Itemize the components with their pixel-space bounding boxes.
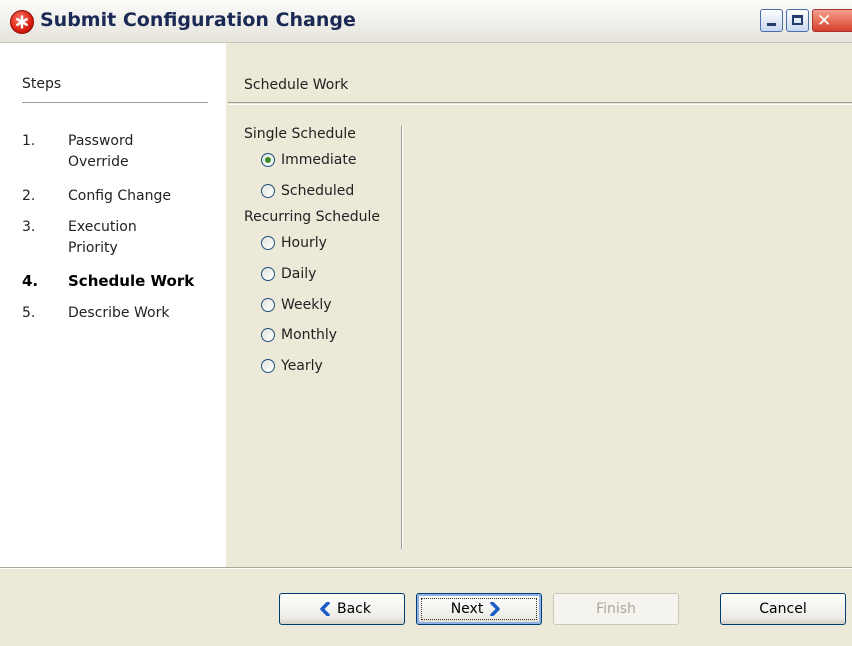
close-icon: ✕ <box>817 11 832 31</box>
app-asterisk-icon <box>10 10 34 34</box>
close-button[interactable]: ✕ <box>812 9 852 32</box>
steps-divider <box>22 102 208 103</box>
steps-header: Steps <box>22 76 62 92</box>
step-label: Execution Priority <box>68 219 137 256</box>
step-label: Describe Work <box>68 305 170 321</box>
radio-circle <box>261 184 275 198</box>
step-number: 2. <box>22 188 36 204</box>
radio-label: Yearly <box>281 358 323 374</box>
radio-circle <box>261 328 275 342</box>
maximize-button[interactable] <box>786 9 809 32</box>
back-label: Back <box>337 601 371 617</box>
radio-circle <box>261 236 275 250</box>
content-vertical-divider-highlight <box>402 126 403 549</box>
step-number: 4. <box>22 272 39 290</box>
recurring-schedule-label: Recurring Schedule <box>244 209 380 225</box>
radio-circle <box>261 153 275 167</box>
back-button[interactable]: Back <box>279 593 405 625</box>
step-number: 3. <box>22 219 36 235</box>
radio-label: Weekly <box>281 297 332 313</box>
single-schedule-label: Single Schedule <box>244 126 356 142</box>
title-bar[interactable]: Submit Configuration Change ✕ <box>0 0 852 43</box>
radio-selected-dot <box>265 157 271 163</box>
step-number: 1. <box>22 133 36 149</box>
finish-label: Finish <box>596 601 636 617</box>
step-label: Config Change <box>68 188 171 204</box>
finish-button[interactable]: Finish <box>553 593 679 625</box>
footer-divider-highlight <box>0 568 852 569</box>
content-divider-highlight <box>228 104 852 105</box>
radio-label: Hourly <box>281 235 327 251</box>
minimize-button[interactable] <box>760 9 783 32</box>
radio-label: Daily <box>281 266 317 282</box>
cancel-label: Cancel <box>759 601 807 617</box>
maximize-icon <box>792 15 803 25</box>
window-title: Submit Configuration Change <box>40 9 356 31</box>
radio-label: Monthly <box>281 327 338 343</box>
chevron-left-icon <box>320 602 330 616</box>
step-number: 5. <box>22 305 36 321</box>
radio-circle <box>261 267 275 281</box>
radio-circle <box>261 359 275 373</box>
steps-panel: Steps 1. Password Override 2. Config Cha… <box>0 43 226 567</box>
focus-ring <box>421 598 537 620</box>
step-label: Schedule Work <box>68 272 195 290</box>
content-header: Schedule Work <box>244 77 349 93</box>
wizard-window: Submit Configuration Change ✕ Steps 1. P… <box>0 0 852 646</box>
radio-label: Immediate <box>281 152 357 168</box>
radio-label: Scheduled <box>281 183 355 199</box>
content-divider <box>228 102 852 103</box>
radio-circle <box>261 298 275 312</box>
cancel-button[interactable]: Cancel <box>720 593 846 625</box>
minimize-icon <box>767 23 776 26</box>
next-button[interactable]: Next <box>416 593 542 625</box>
step-label: Password Override <box>68 133 134 170</box>
